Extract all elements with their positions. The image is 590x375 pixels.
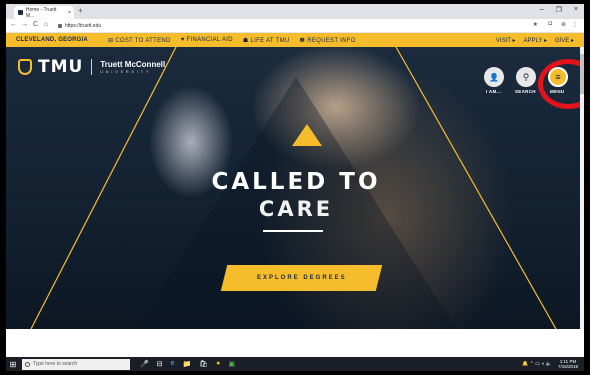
hero-headline: CALLED TO CARE bbox=[201, 169, 391, 221]
maximize-button[interactable]: ❐ bbox=[556, 6, 562, 14]
chrome-icon[interactable]: ● bbox=[216, 360, 220, 368]
extension-icon[interactable]: ◘ bbox=[548, 21, 552, 27]
taskbar-search-box[interactable]: Type here to search bbox=[22, 358, 130, 370]
address-bar[interactable]: https://truett.edu bbox=[58, 21, 101, 31]
search-icon: ⚲ bbox=[522, 71, 530, 82]
reload-button[interactable]: C bbox=[33, 21, 38, 28]
profile-icon[interactable]: ⊕ bbox=[561, 21, 566, 28]
headline-line-2: CARE bbox=[258, 197, 334, 221]
minimize-button[interactable]: – bbox=[540, 6, 544, 14]
close-window-button[interactable]: × bbox=[574, 6, 578, 14]
explore-degrees-label: EXPLORE DEGREES bbox=[256, 275, 347, 281]
logo-divider bbox=[91, 59, 93, 75]
info-icon: ❶ bbox=[299, 37, 306, 44]
task-view-icon[interactable]: ⊟ bbox=[157, 360, 163, 368]
logo-subtitle: UNIVERSITY bbox=[100, 70, 152, 74]
screen: Home - Truett M... × + – ❐ × ← → C ⌂ htt… bbox=[6, 4, 584, 371]
clock[interactable]: 1:11 PM 7/16/2019 bbox=[558, 359, 578, 369]
microphone-icon[interactable]: 🎤 bbox=[140, 360, 149, 368]
browser-toolbar: ← → C ⌂ https://truett.edu ★ ◘ ⊕ ⋮ bbox=[6, 19, 584, 33]
visit-link[interactable]: VISIT ▸ bbox=[496, 37, 516, 44]
i-am-button[interactable]: 👤 bbox=[484, 67, 504, 87]
logo-abbreviation: TMU bbox=[38, 57, 84, 77]
life-icon: ☗ bbox=[242, 37, 249, 44]
search-label: SEARCH bbox=[515, 89, 536, 94]
heart-icon: ♥ bbox=[180, 36, 185, 43]
site-favicon-icon bbox=[18, 10, 23, 15]
tray-icons[interactable]: 🔔 ⌃ ▭ ◖ 🔈 bbox=[522, 361, 552, 367]
search-button[interactable]: ⚲ bbox=[516, 67, 536, 87]
logo-wordmark: Truett McConnell UNIVERSITY bbox=[100, 60, 165, 74]
headline-line-1: CALLED TO bbox=[211, 169, 381, 195]
tab-title: Home - Truett M... bbox=[25, 6, 57, 19]
calculator-icon: ⊞ bbox=[107, 37, 114, 44]
app-icon[interactable]: ▣ bbox=[228, 360, 235, 368]
location-label: CLEVELAND, GEORGIA bbox=[16, 37, 88, 43]
gold-triangle-accent bbox=[292, 124, 322, 146]
edge-icon[interactable]: e bbox=[171, 360, 175, 368]
apply-link[interactable]: APPLY ▸ bbox=[523, 37, 546, 44]
start-button[interactable]: ⊞ bbox=[6, 357, 20, 371]
store-icon[interactable]: 🛍 bbox=[199, 360, 208, 368]
bookmark-star-icon[interactable]: ★ bbox=[533, 21, 538, 28]
windows-taskbar: ⊞ Type here to search 🎤 ⊟ e 📁 🛍 ● ▣ 🔔 ⌃ … bbox=[6, 357, 584, 371]
nav-life-at-tmu[interactable]: ☗ LIFE AT TMU bbox=[243, 37, 290, 44]
back-button[interactable]: ← bbox=[10, 21, 17, 28]
hero-banner: TMU Truett McConnell UNIVERSITY 👤 I AM..… bbox=[6, 47, 584, 329]
search-placeholder: Type here to search bbox=[33, 361, 78, 367]
close-tab-icon[interactable]: × bbox=[68, 10, 71, 16]
nav-cost-to-attend[interactable]: ⊞ COST TO ATTEND bbox=[108, 37, 171, 44]
clock-date: 7/16/2019 bbox=[557, 364, 578, 369]
url-text: https://truett.edu bbox=[65, 23, 102, 29]
site-utility-nav: CLEVELAND, GEORGIA ⊞ COST TO ATTEND ♥ FI… bbox=[6, 33, 584, 47]
explore-degrees-button[interactable]: EXPLORE DEGREES bbox=[220, 265, 383, 291]
browser-menu-icon[interactable]: ⋮ bbox=[572, 21, 578, 28]
pinned-apps: 🎤 ⊟ e 📁 🛍 ● ▣ bbox=[140, 360, 235, 368]
nav-financial-aid[interactable]: ♥ FINANCIAL AID bbox=[181, 37, 233, 44]
home-button[interactable]: ⌂ bbox=[44, 21, 48, 28]
shield-logo-icon bbox=[18, 59, 32, 75]
nav-label: COST TO ATTEND bbox=[115, 37, 171, 44]
file-explorer-icon[interactable]: 📁 bbox=[183, 360, 192, 368]
action-links: VISIT ▸ APPLY ▸ GIVE ▸ bbox=[496, 37, 574, 44]
site-logo[interactable]: TMU Truett McConnell UNIVERSITY bbox=[18, 57, 165, 77]
nav-label: FINANCIAL AID bbox=[186, 36, 233, 43]
logo-name: Truett McConnell bbox=[100, 60, 166, 69]
nav-request-info[interactable]: ❶ REQUEST INFO bbox=[300, 37, 356, 44]
lock-icon bbox=[58, 24, 62, 28]
utility-links: ⊞ COST TO ATTEND ♥ FINANCIAL AID ☗ LIFE … bbox=[108, 37, 356, 44]
give-link[interactable]: GIVE ▸ bbox=[555, 37, 574, 44]
i-am-label: I AM... bbox=[486, 89, 502, 94]
scrollbar-thumb[interactable] bbox=[580, 54, 584, 94]
window-controls: – ❐ × bbox=[540, 6, 578, 14]
system-tray: 🔔 ⌃ ▭ ◖ 🔈 1:11 PM 7/16/2019 bbox=[522, 359, 578, 369]
forward-button[interactable]: → bbox=[21, 21, 28, 28]
nav-label: REQUEST INFO bbox=[307, 37, 356, 44]
browser-tabstrip: Home - Truett M... × + – ❐ × bbox=[6, 4, 584, 19]
browser-tab[interactable]: Home - Truett M... × bbox=[14, 6, 74, 19]
new-tab-button[interactable]: + bbox=[78, 6, 83, 15]
nav-label: LIFE AT TMU bbox=[250, 37, 290, 44]
headline-underline bbox=[263, 230, 323, 232]
cortana-icon bbox=[25, 361, 30, 367]
user-icon: 👤 bbox=[489, 72, 499, 82]
